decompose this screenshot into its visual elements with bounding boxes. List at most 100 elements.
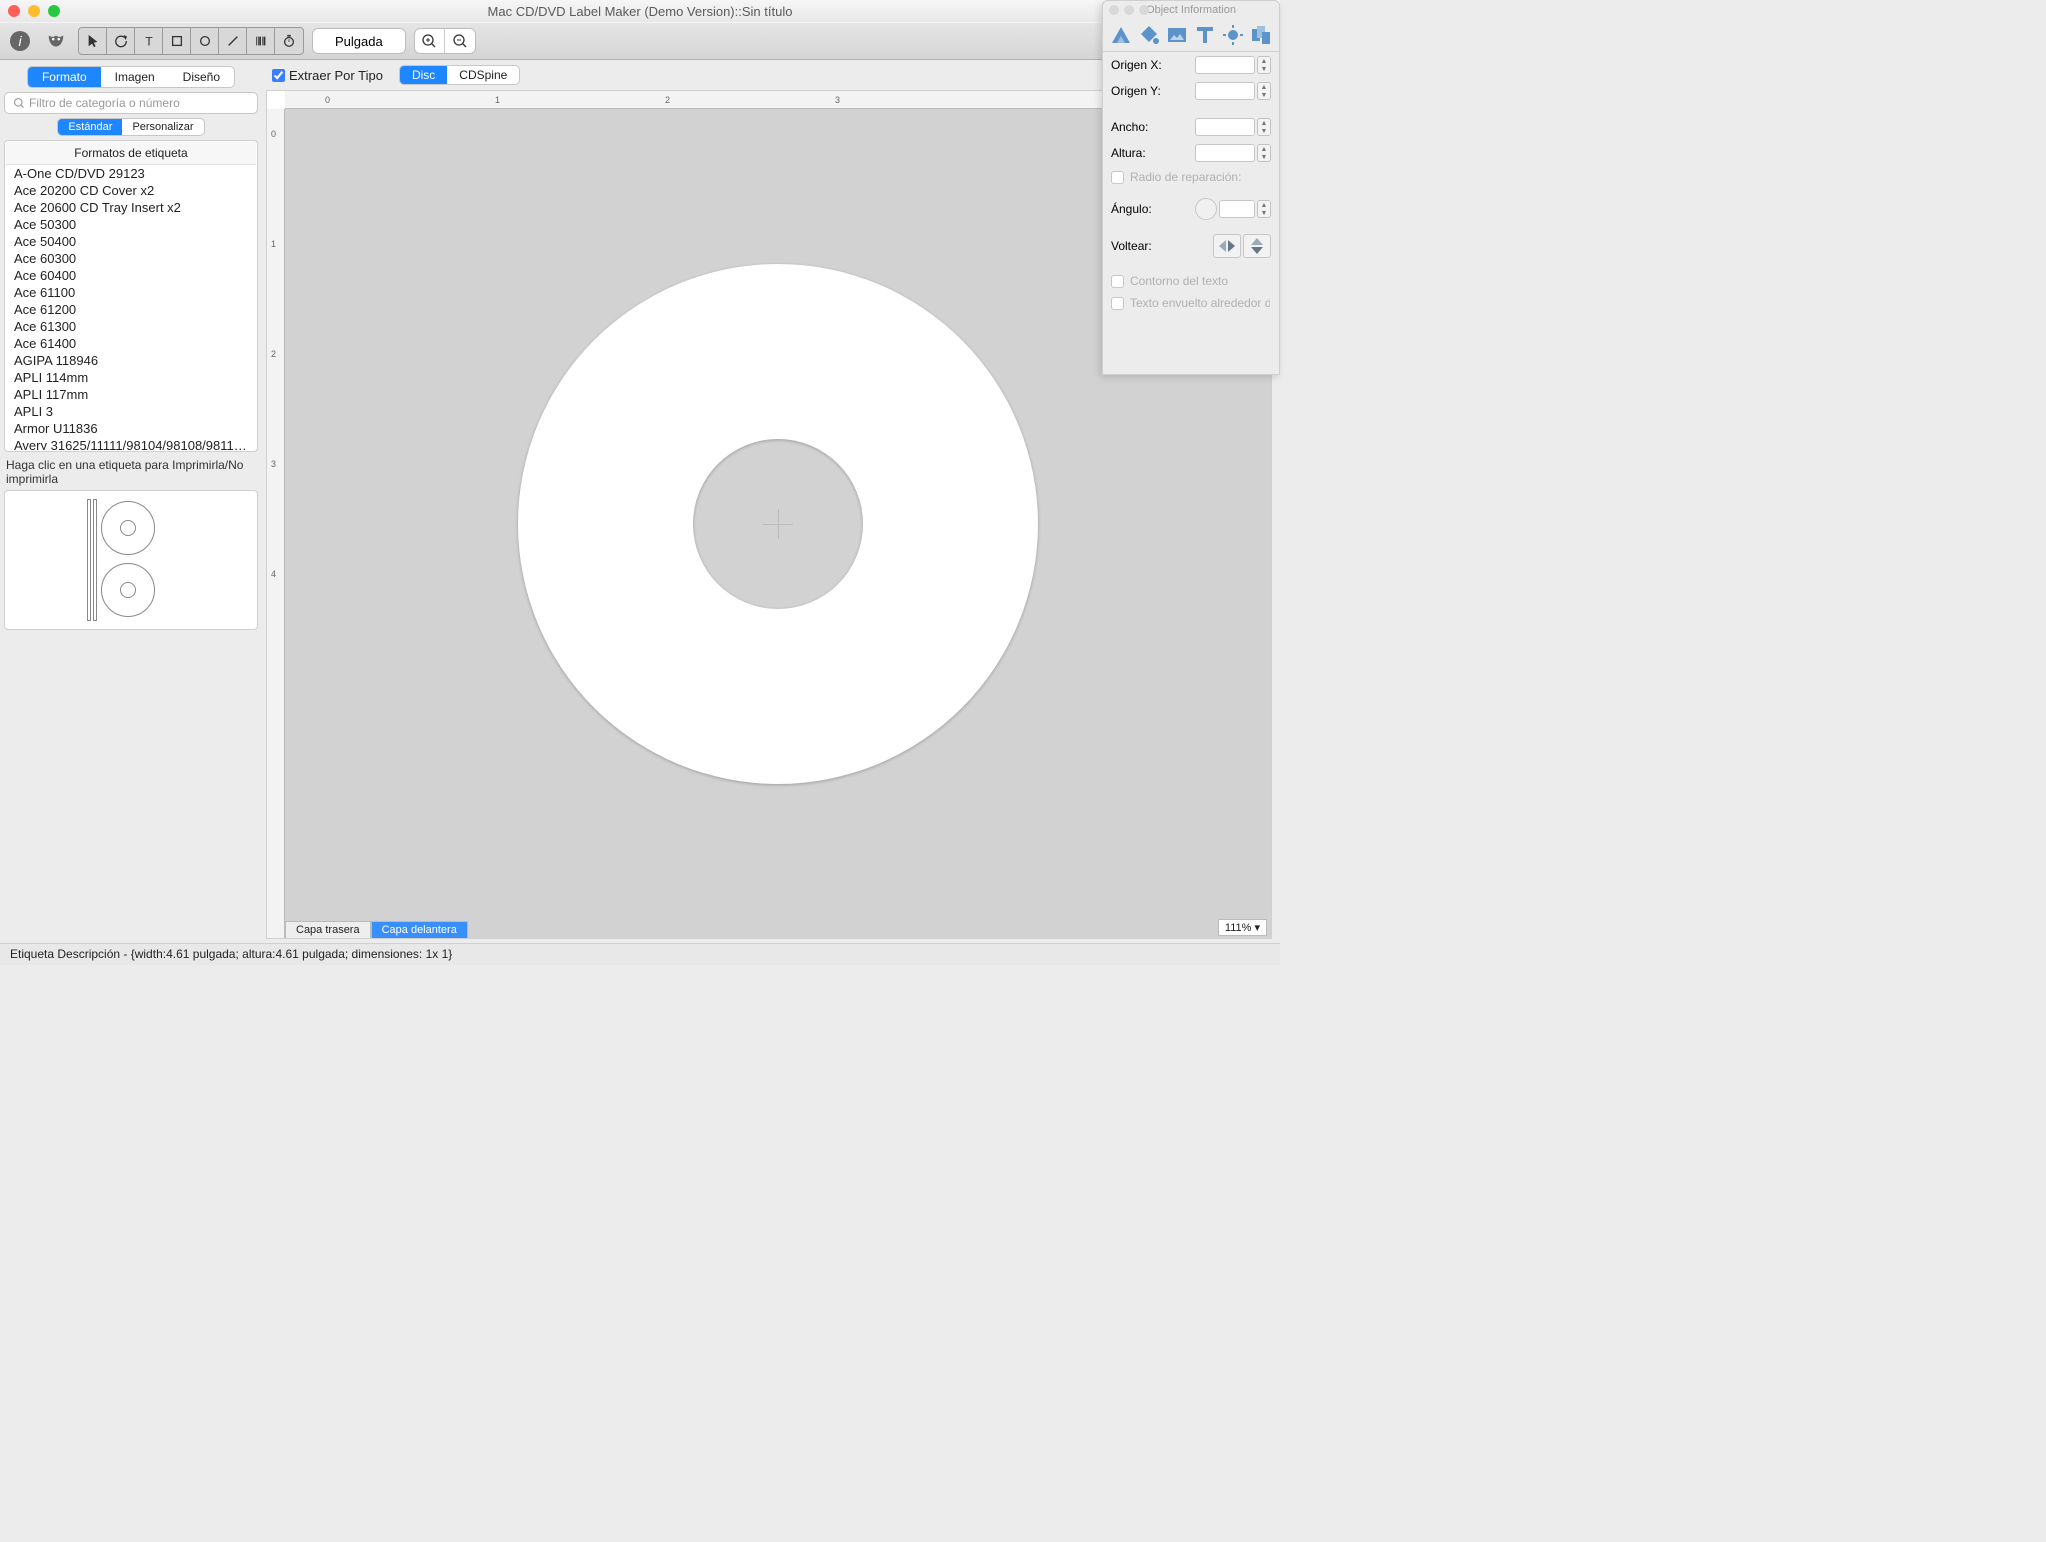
panel-tabs: Formato Imagen Diseño: [27, 66, 235, 88]
list-item[interactable]: Ace 61400: [6, 335, 256, 352]
zoom-level[interactable]: 111% ▾: [1218, 919, 1267, 936]
text-tab-icon[interactable]: [1193, 23, 1217, 47]
wrap-checkbox[interactable]: [1111, 297, 1124, 310]
image-tab-icon[interactable]: [1165, 23, 1189, 47]
tab-cdspine[interactable]: CDSpine: [447, 66, 519, 84]
height-input[interactable]: [1195, 144, 1255, 162]
layer-front[interactable]: Capa delantera: [371, 921, 468, 938]
wrap-label: Texto envuelto alrededor de la etiq: [1130, 296, 1270, 310]
subtab-personalizar[interactable]: Personalizar: [122, 119, 203, 135]
pointer-tool-icon[interactable]: [79, 28, 107, 54]
origin-x-stepper[interactable]: ▲▼: [1257, 56, 1271, 74]
inspector-minimize-button[interactable]: [1124, 5, 1134, 15]
outline-label: Contorno del texto: [1130, 274, 1228, 288]
list-item[interactable]: Ace 20600 CD Tray Insert x2: [6, 199, 256, 216]
extract-checkbox[interactable]: Extraer Por Tipo: [272, 68, 383, 83]
origin-y-input[interactable]: [1195, 82, 1255, 100]
search-input[interactable]: Filtro de categoría o número: [4, 92, 258, 114]
extract-label: Extraer Por Tipo: [289, 68, 383, 83]
left-panel: Formato Imagen Diseño Filtro de categorí…: [0, 60, 262, 943]
center-cross-icon: [763, 509, 793, 539]
subtab-estandar[interactable]: Estándar: [58, 119, 122, 135]
list-item[interactable]: Ace 61100: [6, 284, 256, 301]
list-item[interactable]: Ace 60400: [6, 267, 256, 284]
tool-group: T: [78, 27, 304, 55]
width-label: Ancho:: [1111, 120, 1148, 134]
ruler-vertical: 01234: [267, 109, 285, 938]
origin-y-stepper[interactable]: ▲▼: [1257, 82, 1271, 100]
list-item[interactable]: Ace 61200: [6, 301, 256, 318]
list-item[interactable]: Ace 20200 CD Cover x2: [6, 182, 256, 199]
zoom-in-icon[interactable]: [415, 29, 445, 53]
width-input[interactable]: [1195, 118, 1255, 136]
inspector-panel: Object Information Origen X: ▲▼ Origen Y…: [1102, 0, 1280, 375]
height-stepper[interactable]: ▲▼: [1257, 144, 1271, 162]
zoom-out-icon[interactable]: [445, 29, 475, 53]
inspector-zoom-button[interactable]: [1139, 5, 1149, 15]
list-item[interactable]: Ace 50300: [6, 216, 256, 233]
format-list-header: Formatos de etiqueta: [6, 142, 256, 165]
titlebar: Mac CD/DVD Label Maker (Demo Version)::S…: [0, 0, 1280, 22]
radius-checkbox[interactable]: [1111, 171, 1124, 184]
angle-input[interactable]: [1219, 200, 1255, 218]
angle-label: Ángulo:: [1111, 202, 1152, 216]
format-list: Formatos de etiqueta A-One CD/DVD 29123A…: [4, 140, 258, 452]
origin-x-label: Origen X:: [1111, 58, 1162, 72]
rect-tool-icon[interactable]: [163, 28, 191, 54]
search-placeholder: Filtro de categoría o número: [29, 96, 180, 110]
rotate-tool-icon[interactable]: [107, 28, 135, 54]
list-item[interactable]: Ace 61300: [6, 318, 256, 335]
preview-box[interactable]: [4, 490, 258, 630]
subtabs: Estándar Personalizar: [57, 118, 204, 136]
arrange-tab-icon[interactable]: [1249, 23, 1273, 47]
list-item[interactable]: APLI 114mm: [6, 369, 256, 386]
origin-x-input[interactable]: [1195, 56, 1255, 74]
svg-text:T: T: [145, 34, 153, 48]
flip-vertical-icon[interactable]: [1243, 234, 1271, 258]
geometry-tab-icon[interactable]: [1109, 23, 1133, 47]
outline-checkbox[interactable]: [1111, 275, 1124, 288]
status-bar: Etiqueta Descripción - {width:4.61 pulga…: [0, 943, 1280, 965]
disc-shape[interactable]: [518, 264, 1038, 784]
unit-button[interactable]: Pulgada: [312, 28, 406, 54]
tab-diseno[interactable]: Diseño: [169, 67, 234, 87]
barcode-tool-icon[interactable]: [247, 28, 275, 54]
stopwatch-tool-icon[interactable]: [275, 28, 303, 54]
origin-y-label: Origen Y:: [1111, 84, 1161, 98]
ellipse-tool-icon[interactable]: [191, 28, 219, 54]
effects-tab-icon[interactable]: [1221, 23, 1245, 47]
list-item[interactable]: APLI 3: [6, 403, 256, 420]
list-item[interactable]: AGIPA 118946: [6, 352, 256, 369]
tab-disc[interactable]: Disc: [400, 66, 447, 84]
inspector-title: Object Information: [1146, 4, 1236, 16]
list-item[interactable]: A-One CD/DVD 29123: [6, 165, 256, 182]
layer-back[interactable]: Capa trasera: [285, 921, 371, 938]
toolbar: i T Pulgada: [0, 22, 1280, 60]
list-item[interactable]: Ace 50400: [6, 233, 256, 250]
inspector-close-button[interactable]: [1109, 5, 1119, 15]
list-item[interactable]: Ace 60300: [6, 250, 256, 267]
info-icon[interactable]: i: [6, 27, 34, 55]
angle-knob[interactable]: [1195, 198, 1217, 220]
radius-label: Radio de reparación:: [1130, 170, 1241, 184]
flip-label: Voltear:: [1111, 239, 1152, 253]
search-icon: [13, 97, 25, 109]
layer-tabs: Capa trasera Capa delantera: [285, 921, 468, 938]
tab-imagen[interactable]: Imagen: [101, 67, 169, 87]
list-item[interactable]: Avery 31625/11111/98104/98108/98110 STC: [6, 437, 256, 450]
flip-horizontal-icon[interactable]: [1213, 234, 1241, 258]
mask-icon[interactable]: [42, 27, 70, 55]
fill-tab-icon[interactable]: [1137, 23, 1161, 47]
preview-label: Haga clic en una etiqueta para Imprimirl…: [4, 456, 258, 486]
list-item[interactable]: Armor U11836: [6, 420, 256, 437]
window-title: Mac CD/DVD Label Maker (Demo Version)::S…: [0, 4, 1280, 19]
type-tabs: Disc CDSpine: [399, 65, 520, 85]
width-stepper[interactable]: ▲▼: [1257, 118, 1271, 136]
tab-formato[interactable]: Formato: [28, 67, 101, 87]
zoom-buttons: [414, 28, 476, 54]
height-label: Altura:: [1111, 146, 1146, 160]
text-tool-icon[interactable]: T: [135, 28, 163, 54]
angle-stepper[interactable]: ▲▼: [1257, 200, 1271, 218]
line-tool-icon[interactable]: [219, 28, 247, 54]
list-item[interactable]: APLI 117mm: [6, 386, 256, 403]
